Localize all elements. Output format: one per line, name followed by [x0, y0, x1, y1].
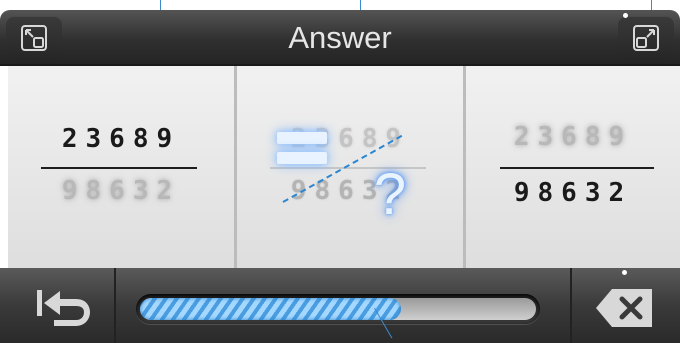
- answer-screen: Answer 23689 98632 23689 98632 ? 23689 9…: [0, 0, 680, 343]
- panel-compare-question[interactable]: 23689 98632 ?: [237, 66, 463, 268]
- panel-3-bottom-number: 98632: [513, 178, 633, 208]
- panel-3-fraction-line: [500, 167, 654, 169]
- panel-1-top-number: 23689: [61, 124, 181, 154]
- backspace-icon: [596, 289, 652, 327]
- panel-1-bottom-number: 98632: [61, 176, 181, 206]
- back-button[interactable]: [12, 268, 108, 343]
- footer-separator-left: [114, 268, 116, 343]
- question-mark-icon: ?: [373, 162, 407, 227]
- progress-track: [140, 298, 536, 320]
- header-bar: Answer: [0, 10, 680, 66]
- panel-top-sharp[interactable]: 23689 98632: [8, 66, 234, 268]
- indicator-dot: [623, 13, 628, 18]
- progress-fill: [140, 298, 402, 320]
- panel-3-top-number: 23689: [513, 122, 633, 152]
- shrink-window-button[interactable]: [6, 16, 62, 60]
- expand-window-icon: [633, 25, 659, 51]
- comparison-panels: 23689 98632 23689 98632 ? 23689 98632: [8, 66, 680, 268]
- equals-sign-icon: [277, 128, 327, 168]
- shrink-window-icon: [21, 25, 47, 51]
- page-title: Answer: [288, 20, 392, 55]
- delete-button[interactable]: [572, 268, 680, 343]
- panel-bottom-sharp[interactable]: 23689 98632: [466, 66, 680, 268]
- footer-bar: [0, 268, 680, 343]
- progress-bar: [136, 294, 540, 324]
- expand-window-button[interactable]: [618, 16, 674, 60]
- back-arrow-icon: [37, 290, 90, 326]
- panel-1-fraction-line: [41, 167, 197, 169]
